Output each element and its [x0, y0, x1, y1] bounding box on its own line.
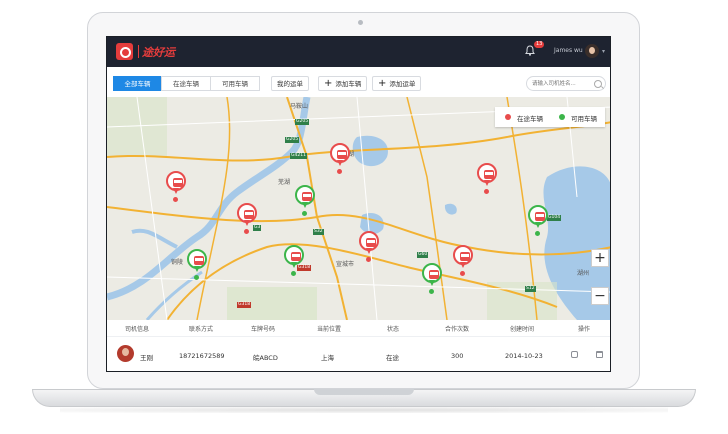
vehicle-pin-available[interactable]: [295, 185, 315, 216]
driver-phone: 18721672589: [179, 352, 225, 360]
logo-text: 途好运: [142, 46, 175, 59]
laptop-shadow: [60, 407, 668, 413]
table-header: 司机信息 联系方式 车牌号码 当前位置 状态 合作次数 创建时间 操作: [107, 320, 610, 337]
bus-icon: [194, 256, 204, 265]
map-label: 马鞍山: [290, 103, 309, 110]
laptop-notch: [314, 389, 414, 395]
bus-icon: [484, 170, 494, 179]
chevron-down-icon[interactable]: ▾: [602, 48, 605, 55]
vehicle-pin-available[interactable]: [528, 205, 548, 236]
road-shield: S12: [525, 286, 536, 292]
plate-number: 皖ABCD: [253, 354, 278, 362]
available-dot: [559, 114, 565, 120]
column-header: 状态: [387, 326, 400, 333]
toolbar: 全部车辆 在途车辆 可用车辆 我的运单 + 添加车辆 + 添加运单: [107, 67, 610, 97]
trash-icon[interactable]: [596, 351, 603, 358]
created-date: 2014-10-23: [505, 352, 543, 360]
bus-icon: [173, 178, 183, 187]
road-shield: G205: [295, 119, 310, 125]
table-row[interactable]: 王刚 18721672589 皖ABCD 上海 在途 300 2014-10-2…: [107, 337, 610, 371]
username[interactable]: James wu: [554, 47, 583, 54]
bus-icon: [366, 238, 376, 247]
map-label: 宣城市: [336, 261, 355, 268]
bus-icon: [244, 210, 254, 219]
tab-all-vehicles[interactable]: 全部车辆: [113, 76, 162, 91]
road-shield: G205: [285, 137, 300, 143]
notification-badge: 13: [534, 41, 545, 48]
avatar[interactable]: [585, 44, 599, 58]
logo-divider: [138, 45, 139, 58]
zoom-out-button[interactable]: −: [591, 287, 609, 305]
search-box[interactable]: [526, 76, 606, 91]
bus-icon: [535, 212, 545, 221]
driver-name: 王刚: [140, 354, 153, 362]
tab-in-transit[interactable]: 在途车辆: [161, 76, 211, 91]
legend-available: 可用车辆: [571, 115, 597, 123]
vehicle-pin-in-transit[interactable]: [453, 245, 473, 276]
road-shield: G60: [417, 252, 429, 258]
vehicle-pin-in-transit[interactable]: [330, 143, 350, 174]
plus-icon: +: [378, 78, 387, 89]
search-icon[interactable]: [594, 80, 602, 88]
add-vehicle-button[interactable]: + 添加车辆: [318, 76, 368, 91]
vehicle-pin-available[interactable]: [187, 249, 207, 280]
add-vehicle-label: 添加车辆: [335, 80, 362, 88]
vehicle-pin-in-transit[interactable]: [237, 203, 257, 234]
my-orders-button[interactable]: 我的运单: [271, 76, 309, 91]
search-input[interactable]: [532, 79, 592, 89]
add-order-button[interactable]: + 添加运单: [372, 76, 422, 91]
webcam: [358, 20, 363, 25]
map-legend: 在途车辆 可用车辆: [495, 107, 605, 127]
avatar: [117, 345, 134, 362]
vehicle-pin-in-transit[interactable]: [166, 171, 186, 202]
column-header: 联系方式: [189, 326, 214, 333]
bus-icon: [337, 150, 347, 159]
map-label: 湖州: [577, 270, 590, 277]
map-view[interactable]: 马鞍山 芜湖 铜陵 宣城市 湖州 巢湖 南京 G205 G205 G4211 G…: [107, 97, 610, 320]
vehicle-pin-in-transit[interactable]: [359, 231, 379, 262]
app-screen: 途好运 13 James wu ▾ 全部车辆 在途车辆 可用车辆 我的运单 + 添…: [106, 36, 611, 372]
column-header: 创建时间: [510, 326, 535, 333]
road-shield: G318: [237, 302, 252, 308]
add-order-label: 添加运单: [389, 80, 416, 88]
map-label: 芜湖: [278, 179, 291, 186]
map-label: 铜陵: [171, 259, 184, 266]
top-bar: 途好运 13 James wu ▾: [107, 37, 610, 67]
bus-icon: [460, 252, 470, 261]
logo-icon: [116, 43, 133, 60]
bell-icon[interactable]: [525, 45, 535, 56]
vehicle-pin-available[interactable]: [422, 263, 442, 294]
road-shield: G104: [547, 215, 562, 221]
plus-icon: +: [324, 78, 333, 89]
road-shield: S32: [313, 229, 324, 235]
road-shield: G4211: [290, 153, 307, 159]
status: 在途: [386, 354, 399, 362]
message-icon[interactable]: [571, 351, 578, 358]
cooperation-count: 300: [451, 352, 464, 360]
current-location: 上海: [321, 354, 334, 362]
vehicle-pin-in-transit[interactable]: [477, 163, 497, 194]
vehicle-pin-available[interactable]: [284, 245, 304, 276]
tab-available[interactable]: 可用车辆: [210, 76, 260, 91]
column-header: 当前位置: [317, 326, 342, 333]
bus-icon: [291, 252, 301, 261]
bus-icon: [429, 270, 439, 279]
column-header: 司机信息: [125, 326, 150, 333]
column-header: 车牌号码: [251, 326, 276, 333]
bus-icon: [302, 192, 312, 201]
column-header: 操作: [578, 326, 591, 333]
column-header: 合作次数: [445, 326, 470, 333]
zoom-in-button[interactable]: +: [591, 249, 609, 267]
in-transit-dot: [505, 114, 511, 120]
legend-in-transit: 在途车辆: [517, 115, 543, 123]
